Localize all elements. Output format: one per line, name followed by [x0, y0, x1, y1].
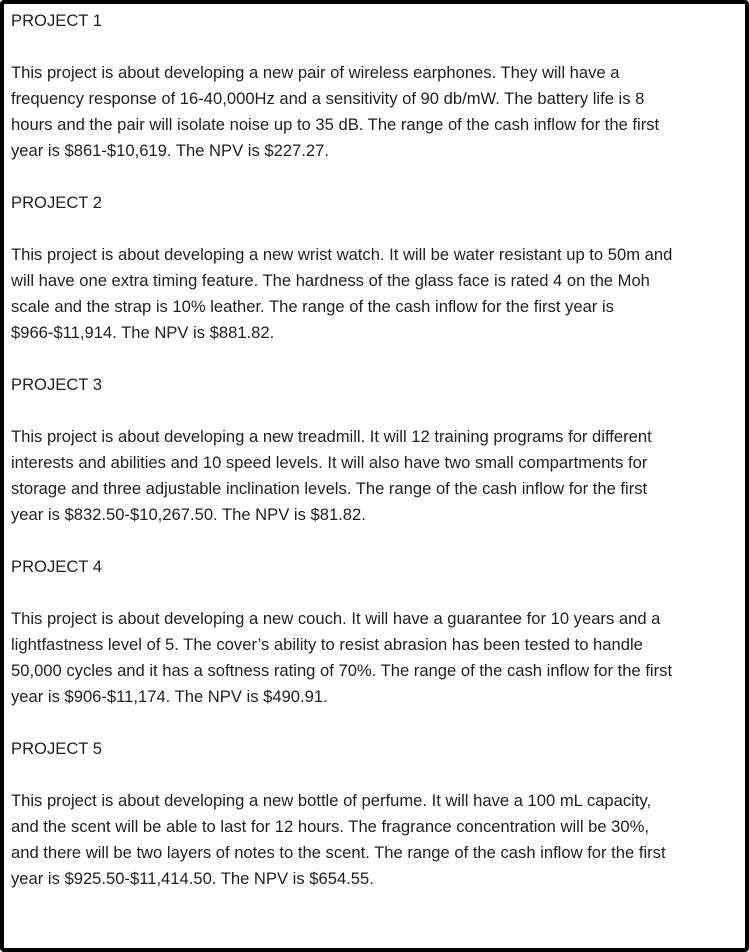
- project-title: PROJECT 5: [11, 739, 102, 758]
- project-description: This project is about developing a new w…: [11, 242, 745, 346]
- description-line: interests and abilities and 10 speed lev…: [11, 453, 648, 472]
- project-title: PROJECT 4: [11, 557, 102, 576]
- project-title: PROJECT 2: [11, 193, 102, 212]
- description-line: This project is about developing a new p…: [11, 63, 620, 82]
- project-section-2: PROJECT 2 This project is about developi…: [11, 190, 745, 346]
- description-line: will have one extra timing feature. The …: [11, 271, 650, 290]
- description-line: This project is about developing a new b…: [11, 791, 652, 810]
- description-line: This project is about developing a new w…: [11, 245, 673, 264]
- description-line: and there will be two layers of notes to…: [11, 843, 666, 862]
- description-line: 50,000 cycles and it has a softness rati…: [11, 661, 673, 680]
- project-description: This project is about developing a new t…: [11, 424, 745, 528]
- description-line: year is $861-$10,619. The NPV is $227.27…: [11, 141, 329, 160]
- description-line: frequency response of 16-40,000Hz and a …: [11, 89, 645, 108]
- description-line: This project is about developing a new c…: [11, 609, 661, 628]
- project-title: PROJECT 3: [11, 375, 102, 394]
- document-frame: PROJECT 1 This project is about developi…: [0, 0, 749, 952]
- project-section-4: PROJECT 4 This project is about developi…: [11, 554, 745, 710]
- description-line: $966-$11,914. The NPV is $881.82.: [11, 323, 275, 342]
- description-line: year is $906-$11,174. The NPV is $490.91…: [11, 687, 328, 706]
- description-line: hours and the pair will isolate noise up…: [11, 115, 660, 134]
- description-line: storage and three adjustable inclination…: [11, 479, 648, 498]
- description-line: year is $925.50-$11,414.50. The NPV is $…: [11, 869, 374, 888]
- project-description: This project is about developing a new p…: [11, 60, 745, 164]
- project-description: This project is about developing a new c…: [11, 606, 745, 710]
- description-line: scale and the strap is 10% leather. The …: [11, 297, 614, 316]
- project-section-1: PROJECT 1 This project is about developi…: [11, 8, 745, 164]
- project-description: This project is about developing a new b…: [11, 788, 745, 892]
- description-line: lightfastness level of 5. The cover’s ab…: [11, 635, 643, 654]
- description-line: and the scent will be able to last for 1…: [11, 817, 650, 836]
- project-section-5: PROJECT 5 This project is about developi…: [11, 736, 745, 892]
- description-line: This project is about developing a new t…: [11, 427, 652, 446]
- project-section-3: PROJECT 3 This project is about developi…: [11, 372, 745, 528]
- project-title: PROJECT 1: [11, 11, 102, 30]
- description-line: year is $832.50-$10,267.50. The NPV is $…: [11, 505, 366, 524]
